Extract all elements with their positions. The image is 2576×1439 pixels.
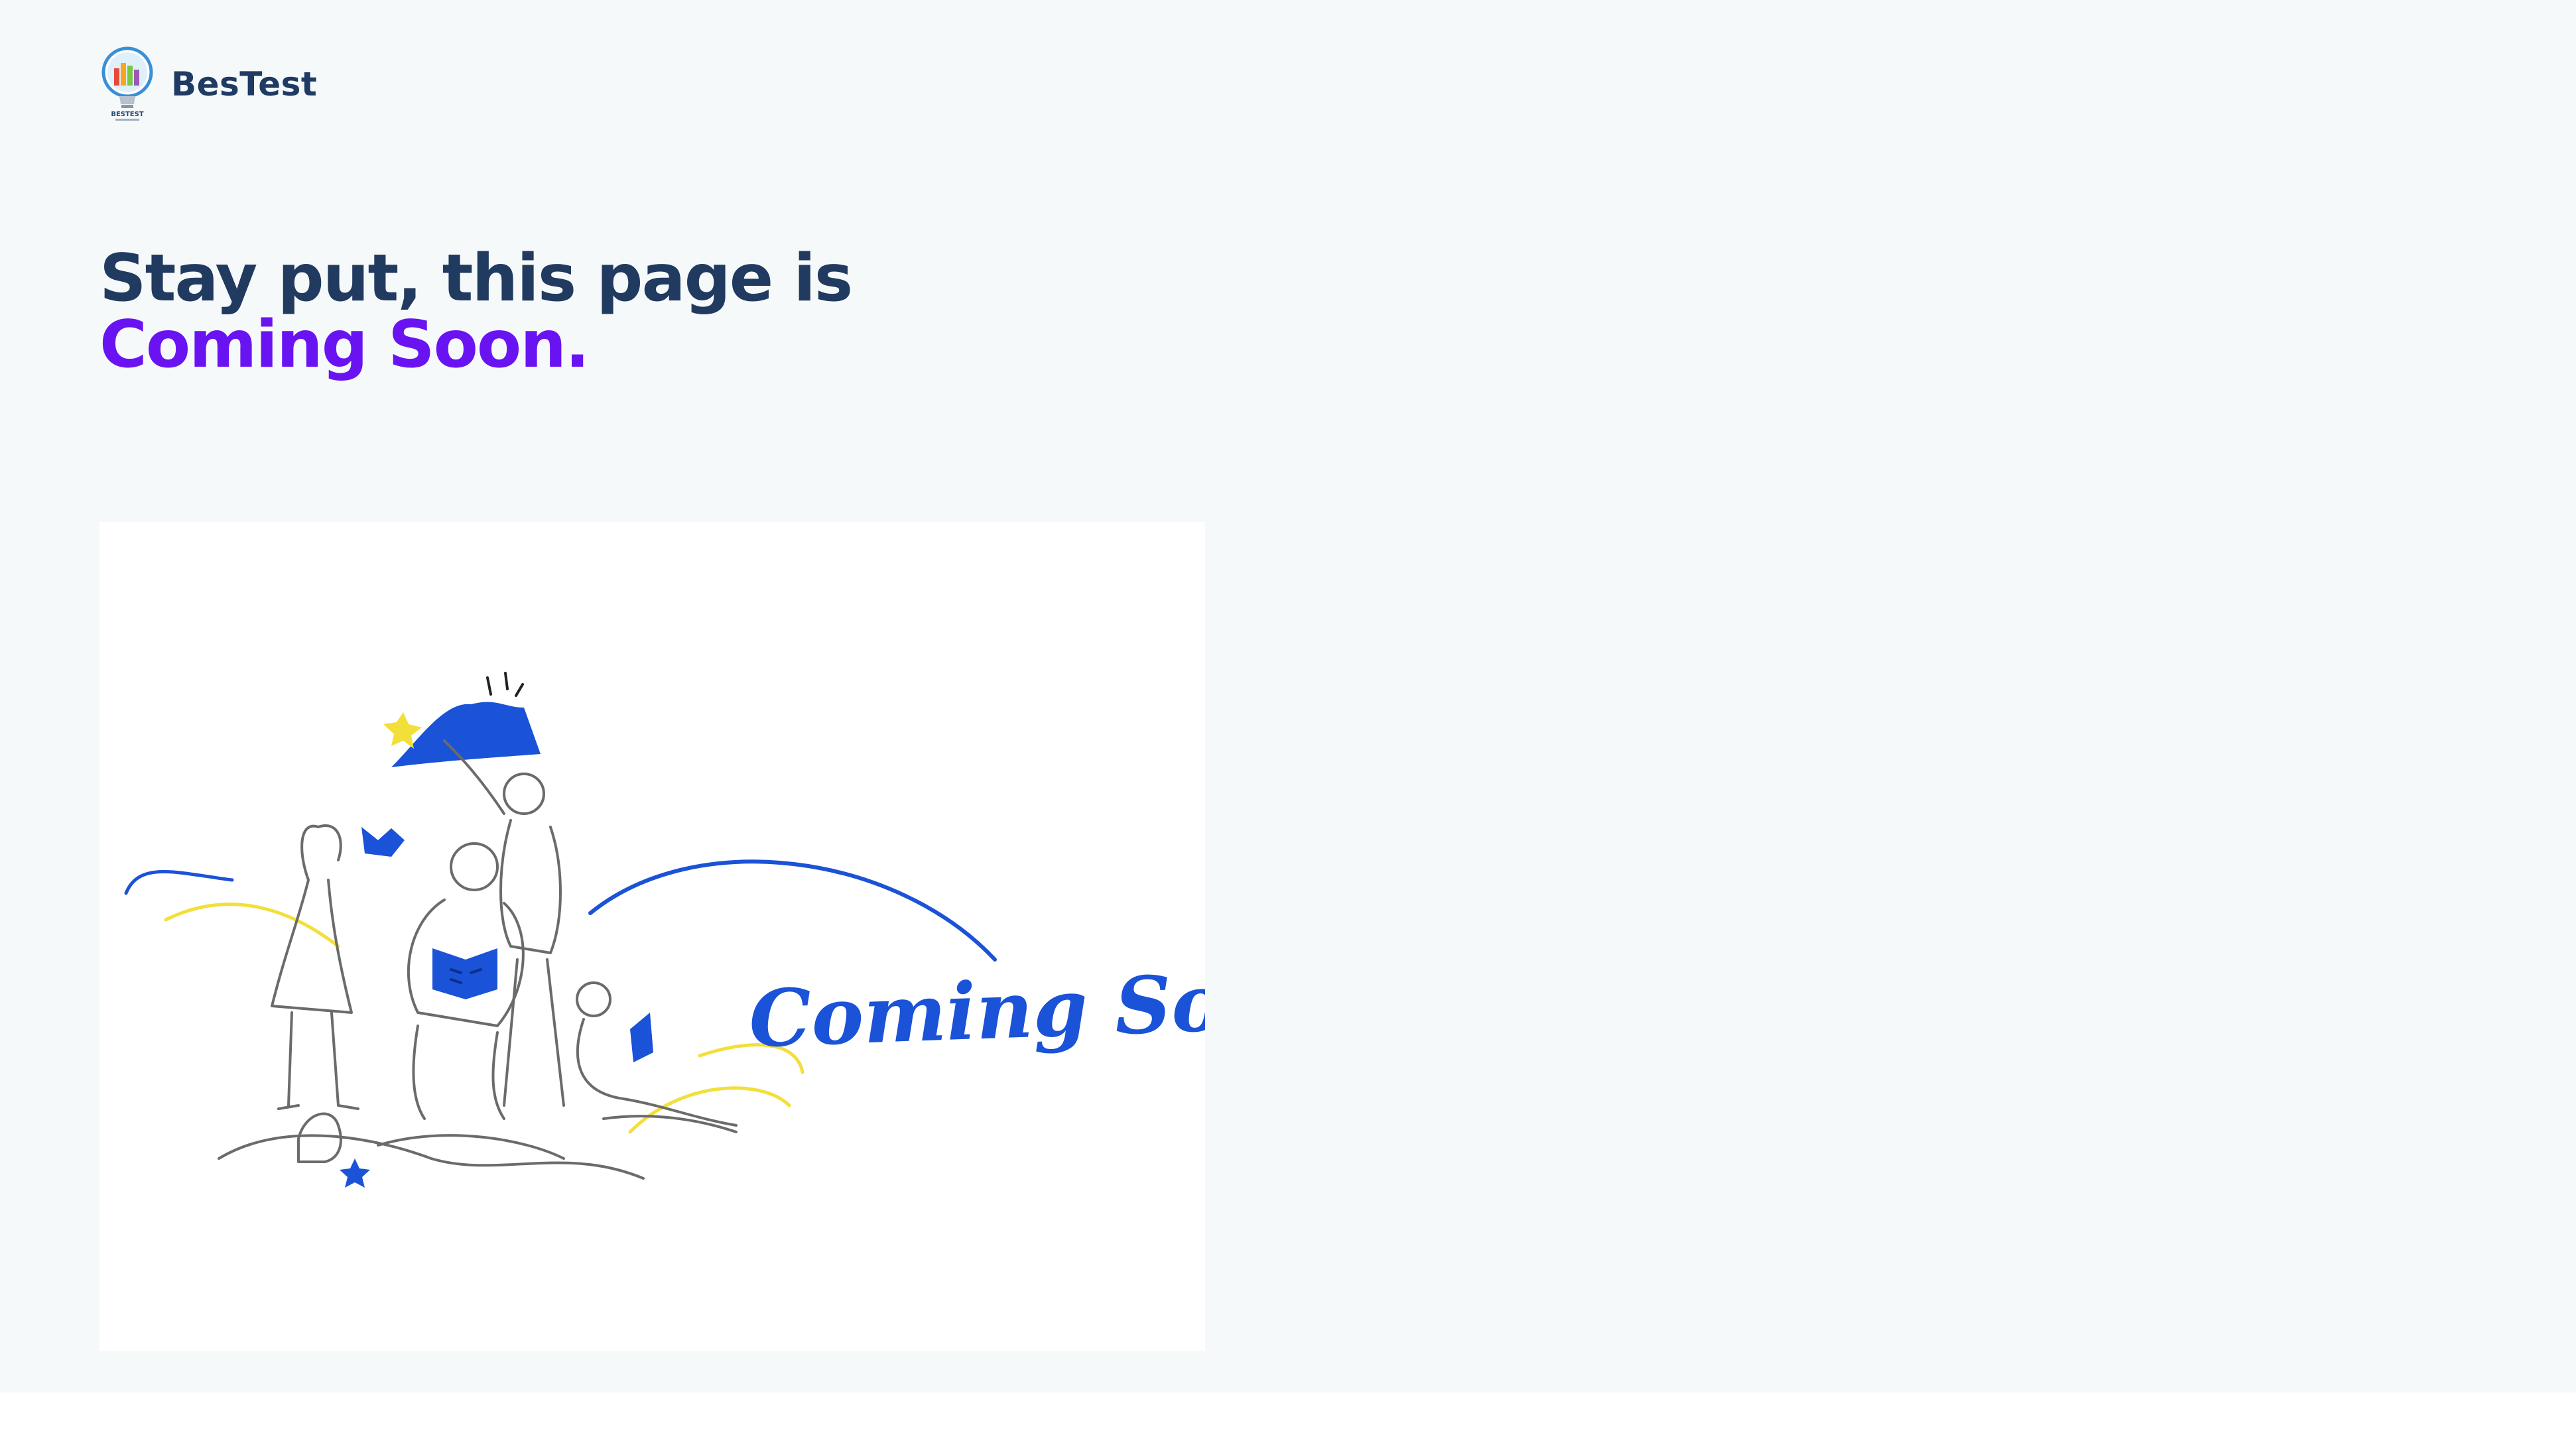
brand-name[interactable]: BesTest: [171, 65, 317, 103]
headline-line-2: Coming Soon.: [99, 307, 590, 383]
page-background: BESTEST BesTest Stay put, this page is C…: [0, 0, 2576, 1393]
site-header: BESTEST BesTest: [99, 41, 317, 127]
headline-line-1: Stay put, this page is: [99, 241, 853, 316]
page-headline: Stay put, this page is Coming Soon.: [99, 241, 853, 383]
people-reading-illustration-icon: Coming Soon!: [124, 672, 1205, 1188]
bestest-logo-icon[interactable]: BESTEST: [99, 43, 155, 125]
logo-wordmark: BESTEST: [111, 111, 144, 118]
coming-soon-caption: Coming Soon!: [747, 952, 1205, 1065]
coming-soon-illustration: Coming Soon!: [99, 522, 1205, 1351]
